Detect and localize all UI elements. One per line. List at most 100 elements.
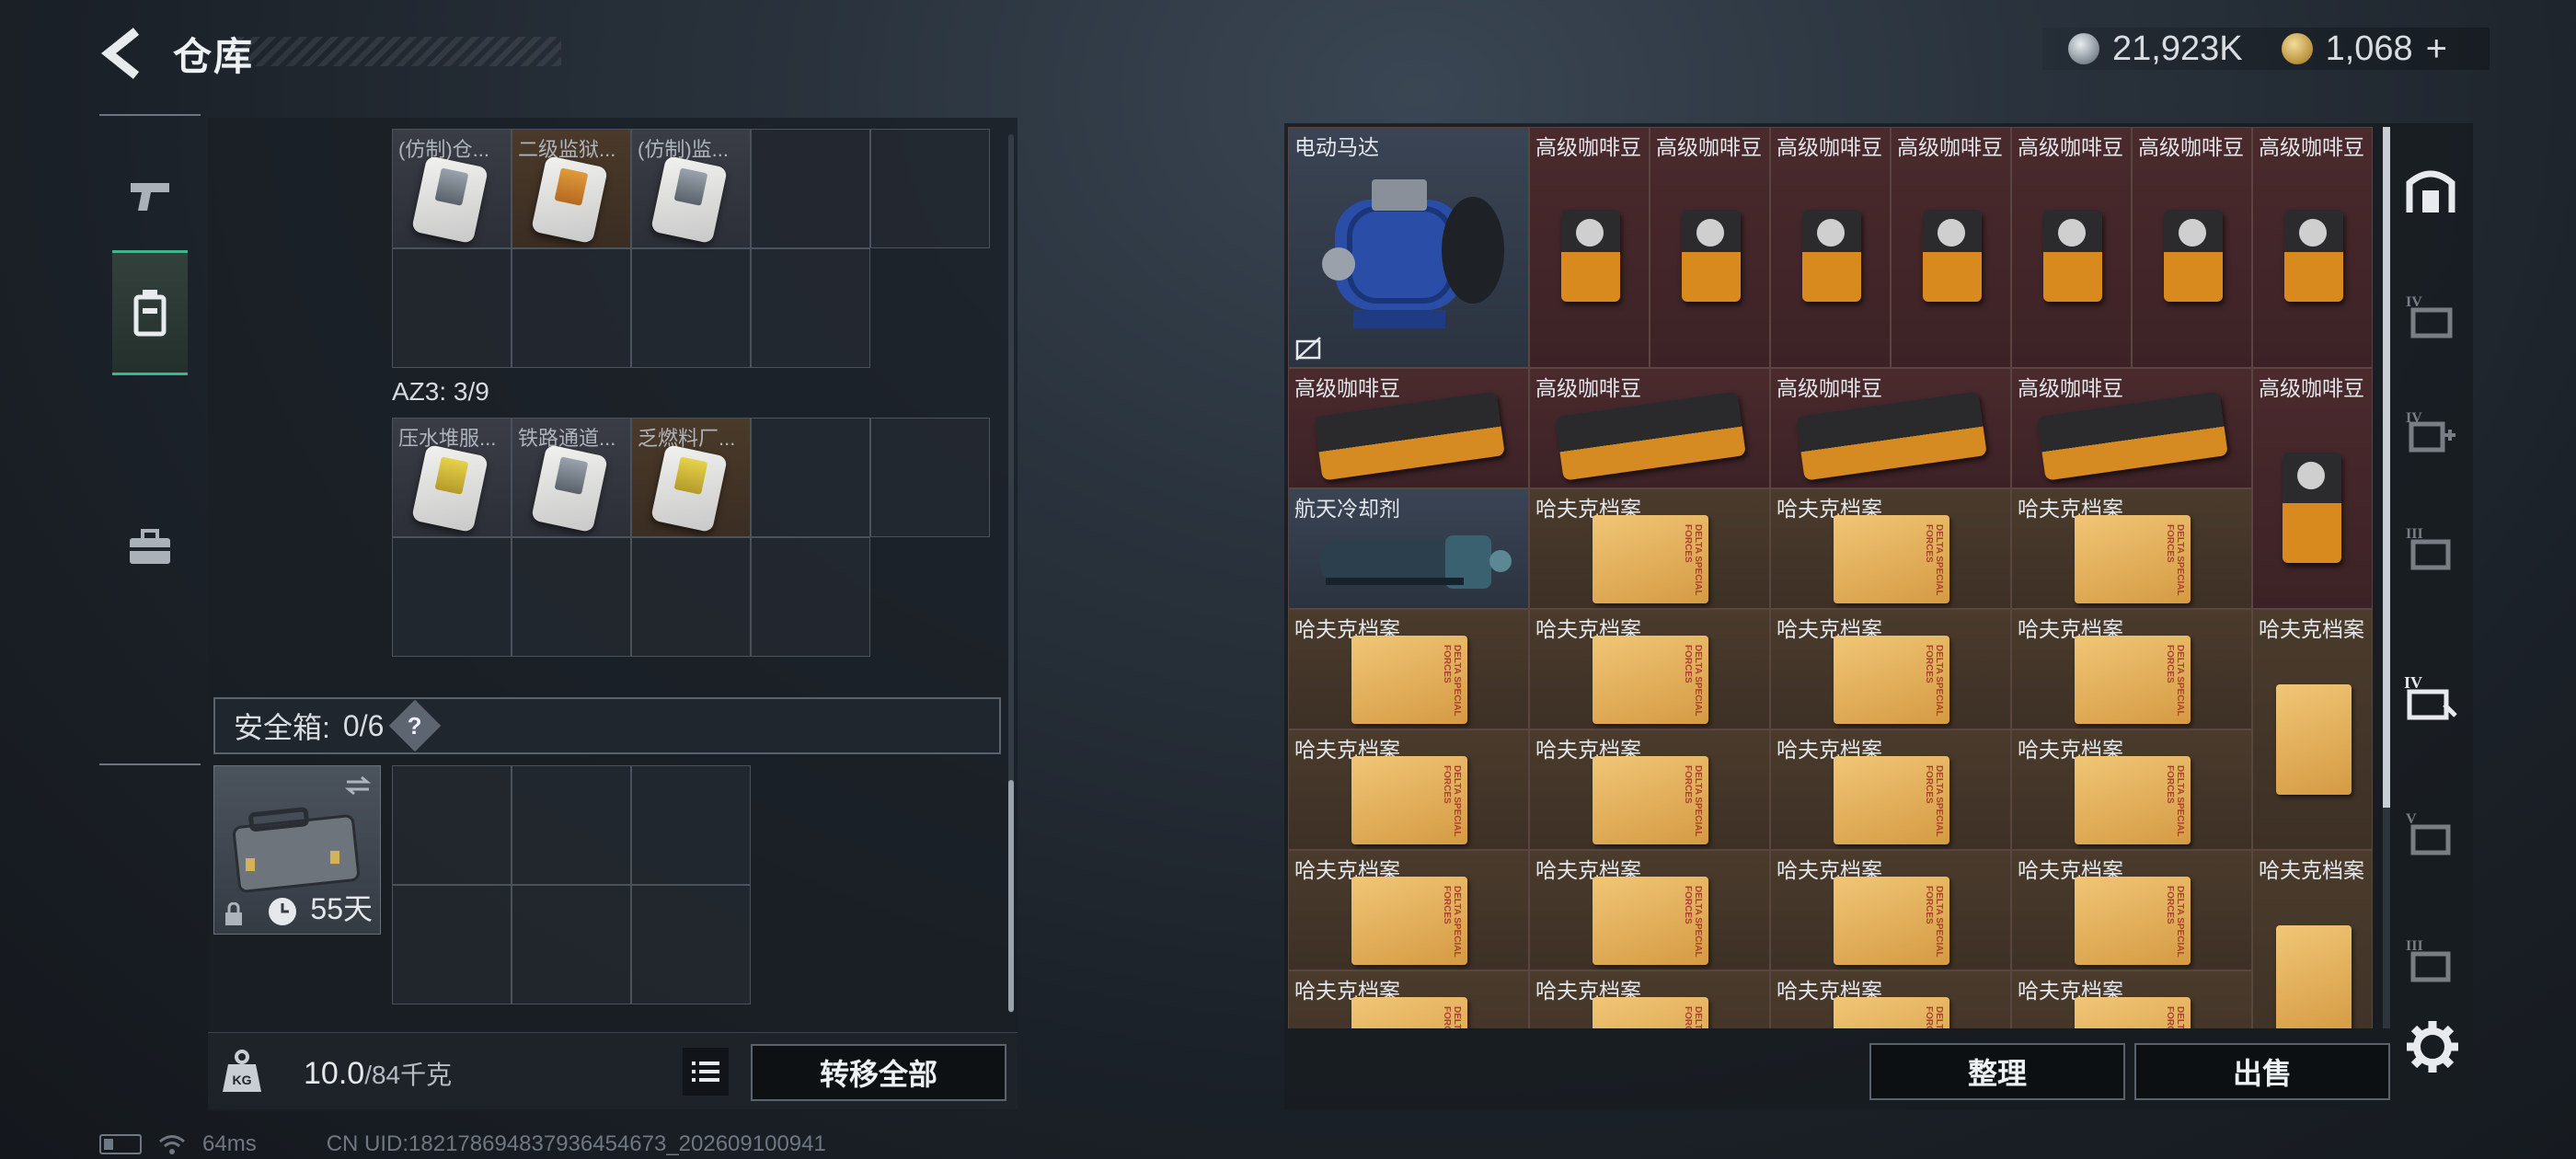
- empty-slot[interactable]: [631, 765, 751, 885]
- stash-item[interactable]: 哈夫克档案: [1529, 970, 1770, 1028]
- stash-page-5[interactable]: V: [2396, 787, 2466, 879]
- file-folder-icon: [1834, 755, 1949, 844]
- stash-page-3a[interactable]: III: [2396, 502, 2466, 594]
- stash-item[interactable]: 哈夫克档案: [2011, 970, 2252, 1028]
- stash-item[interactable]: 哈夫克档案: [1529, 609, 1770, 729]
- stash-item[interactable]: 哈夫克档案: [1770, 970, 2011, 1028]
- stash-page-4b[interactable]: IV: [2396, 386, 2466, 478]
- stash-page-main[interactable]: [2396, 145, 2466, 237]
- empty-slot[interactable]: [392, 765, 512, 885]
- settings-gear-icon[interactable]: [2405, 1019, 2460, 1074]
- item-label: 高级咖啡豆: [2138, 135, 2244, 159]
- item-label: 高级咖啡豆: [1777, 135, 1882, 159]
- empty-slot[interactable]: [392, 885, 512, 1004]
- wifi-icon: [159, 1135, 185, 1154]
- sell-button[interactable]: 出售: [2134, 1043, 2390, 1100]
- stash-page-4a[interactable]: IV: [2396, 270, 2466, 362]
- weapon-tab[interactable]: [112, 155, 188, 237]
- sort-button[interactable]: 整理: [1869, 1043, 2125, 1100]
- help-icon[interactable]: ?: [389, 699, 442, 752]
- stash-item[interactable]: 哈夫克档案: [1288, 609, 1529, 729]
- stash-item[interactable]: 高级咖啡豆: [2252, 368, 2373, 609]
- stash-scrollbar-thumb[interactable]: [2383, 127, 2390, 808]
- stash-page-4c[interactable]: IV: [2396, 653, 2466, 745]
- empty-slot[interactable]: [392, 248, 512, 368]
- stash-item[interactable]: 电动马达: [1288, 127, 1529, 368]
- silver-amount: 21,923K: [2112, 29, 2243, 68]
- stash-item[interactable]: 哈夫克档案: [1770, 488, 2011, 609]
- stash-item[interactable]: 高级咖啡豆: [2252, 127, 2373, 368]
- stash-item[interactable]: 高级咖啡豆: [1288, 368, 1529, 488]
- stash-item[interactable]: 哈夫克档案: [2011, 488, 2252, 609]
- toolbox-tab[interactable]: [112, 506, 188, 589]
- coffee-bag-icon: [1560, 210, 1620, 302]
- stash-item[interactable]: 哈夫克档案: [1288, 970, 1529, 1028]
- item-slot[interactable]: 压水堆服...: [392, 418, 512, 537]
- lock-icon: [225, 902, 242, 925]
- stash-item[interactable]: 高级咖啡豆: [2132, 127, 2252, 368]
- empty-slot[interactable]: [512, 248, 631, 368]
- container-tab[interactable]: [112, 250, 188, 375]
- add-gold-button[interactable]: +: [2426, 29, 2447, 70]
- item-slot[interactable]: 铁路通道...: [512, 418, 631, 537]
- empty-slot[interactable]: [751, 129, 870, 248]
- swap-icon[interactable]: [345, 775, 371, 796]
- empty-slot[interactable]: [392, 537, 512, 657]
- stash-item[interactable]: 哈夫克档案: [2011, 609, 2252, 729]
- coffee-bag-icon: [2037, 390, 2228, 481]
- back-arrow-icon[interactable]: [99, 28, 145, 79]
- stash-item[interactable]: 高级咖啡豆: [2011, 368, 2252, 488]
- item-slot[interactable]: (仿制)监...: [631, 129, 751, 248]
- list-view-button[interactable]: [683, 1048, 729, 1096]
- empty-slot[interactable]: [631, 537, 751, 657]
- keycard-icon: [531, 155, 608, 245]
- stash-item[interactable]: 高级咖啡豆: [1529, 127, 1650, 368]
- stash-item[interactable]: 高级咖啡豆: [1770, 368, 2011, 488]
- empty-slot[interactable]: [870, 418, 990, 537]
- stash-item[interactable]: 哈夫克档案: [1529, 488, 1770, 609]
- stash-item[interactable]: 哈夫克档案: [2011, 729, 2252, 850]
- file-folder-icon: [1593, 635, 1708, 724]
- empty-slot[interactable]: [751, 418, 870, 537]
- empty-slot[interactable]: [631, 248, 751, 368]
- stash-item[interactable]: 哈夫克档案: [1288, 850, 1529, 970]
- stash-item[interactable]: 高级咖啡豆: [1770, 127, 1891, 368]
- stash-item[interactable]: 高级咖啡豆: [1891, 127, 2011, 368]
- safe-box-count: 0/6: [342, 708, 385, 742]
- file-folder-icon: [2275, 684, 2352, 795]
- stash-item[interactable]: 哈夫克档案: [1529, 850, 1770, 970]
- stash-item[interactable]: 哈夫克档案: [2252, 609, 2373, 850]
- file-folder-icon: [1351, 635, 1467, 724]
- stash-item[interactable]: 哈夫克档案: [1288, 729, 1529, 850]
- stash-item[interactable]: 哈夫克档案: [1529, 729, 1770, 850]
- stash-item[interactable]: 哈夫克档案: [1770, 850, 2011, 970]
- stash-item[interactable]: 高级咖啡豆: [2011, 127, 2132, 368]
- item-slot[interactable]: 乏燃料厂...: [631, 418, 751, 537]
- empty-slot[interactable]: [631, 885, 751, 1004]
- stash-item[interactable]: 高级咖啡豆: [1650, 127, 1770, 368]
- stash-item[interactable]: 哈夫克档案: [1770, 609, 2011, 729]
- file-folder-icon: [2075, 755, 2191, 844]
- file-folder-icon: [1593, 876, 1708, 965]
- safe-box-item[interactable]: 55天: [213, 765, 381, 935]
- uid-readout: CN UID:18217869483793645467​3_2026091009…: [326, 1131, 826, 1156]
- item-label: 高级咖啡豆: [2259, 376, 2364, 400]
- empty-slot[interactable]: [512, 765, 631, 885]
- item-slot[interactable]: (仿制)仓...: [392, 129, 512, 248]
- empty-slot[interactable]: [512, 537, 631, 657]
- az3-capacity-label: AZ3: 3/9: [392, 377, 489, 406]
- stash-item[interactable]: 哈夫克档案: [1770, 729, 2011, 850]
- empty-slot[interactable]: [751, 248, 870, 368]
- transfer-all-button[interactable]: 转移全部: [751, 1044, 1006, 1101]
- stash-item[interactable]: 航天冷却剂: [1288, 488, 1529, 609]
- empty-slot[interactable]: [751, 537, 870, 657]
- toolbox-icon: [130, 529, 170, 564]
- stash-item[interactable]: 哈夫克档案: [2252, 850, 2373, 1028]
- left-scrollbar-thumb[interactable]: [1008, 780, 1014, 1012]
- empty-slot[interactable]: [512, 885, 631, 1004]
- empty-slot[interactable]: [870, 129, 990, 248]
- stash-page-3b[interactable]: III: [2396, 914, 2466, 1006]
- stash-item[interactable]: 哈夫克档案: [2011, 850, 2252, 970]
- item-slot[interactable]: 二级监狱...: [512, 129, 631, 248]
- stash-item[interactable]: 高级咖啡豆: [1529, 368, 1770, 488]
